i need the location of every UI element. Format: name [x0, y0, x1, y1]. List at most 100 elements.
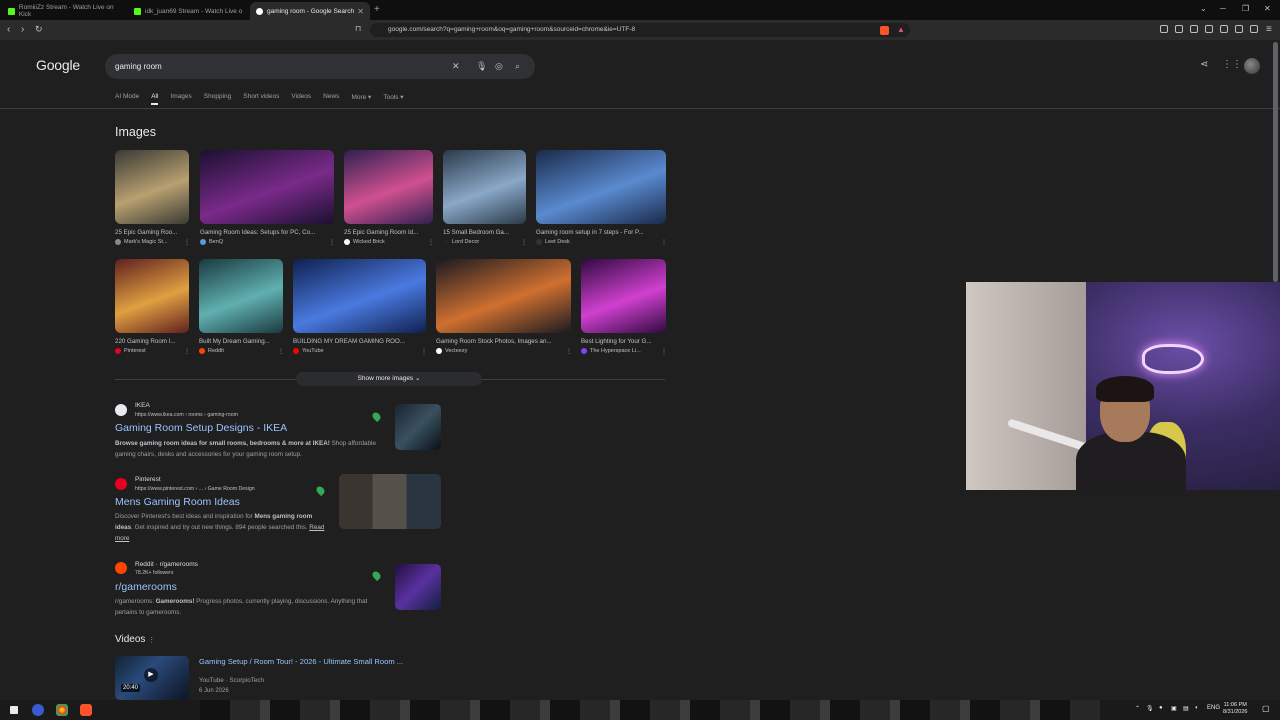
tab-more[interactable]: More ▾ [351, 93, 371, 105]
image-result-source[interactable]: Lord Decor [443, 239, 518, 245]
notification-icon[interactable]: ▢ [1262, 704, 1270, 713]
image-result-caption[interactable]: 220 Gaming Room I... [115, 338, 189, 345]
extensions-icon[interactable] [1160, 25, 1168, 33]
image-result-source[interactable]: Reddit [199, 348, 275, 354]
apps-grid-icon[interactable]: ⋮⋮ [1222, 59, 1242, 70]
image-result-thumbnail[interactable] [443, 150, 526, 224]
image-result-thumbnail[interactable] [200, 150, 334, 224]
tab-tools[interactable]: Tools ▾ [383, 93, 403, 105]
reload-icon[interactable]: ↻ [35, 24, 43, 35]
image-more-options-icon[interactable]: ⋮ [521, 239, 527, 246]
back-icon[interactable]: ‹ [7, 24, 10, 35]
download-icon[interactable] [1175, 25, 1183, 33]
image-result-thumbnail[interactable] [344, 150, 433, 224]
result-thumbnail[interactable] [395, 404, 441, 450]
image-result-caption[interactable]: Gaming Room Ideas: Setups for PC, Co... [200, 229, 334, 236]
image-result-source[interactable]: Pinterest [115, 348, 181, 354]
result-title-link[interactable]: Gaming Room Setup Designs - IKEA [115, 422, 287, 434]
search-input[interactable]: gaming room [115, 62, 162, 71]
image-result-source[interactable]: The Hyperspace Li... [581, 348, 658, 354]
image-result-caption[interactable]: 25 Epic Gaming Room Id... [344, 229, 433, 236]
brave-rewards-icon[interactable]: ▲ [897, 25, 905, 34]
menu-icon[interactable]: ≡ [1266, 24, 1272, 35]
brave-icon[interactable] [80, 704, 92, 716]
image-result-caption[interactable]: Gaming Room Stock Photos, Images an... [436, 338, 571, 345]
sidebar-icon[interactable] [1205, 25, 1213, 33]
image-more-options-icon[interactable]: ⋮ [278, 348, 284, 355]
image-more-options-icon[interactable]: ⋮ [661, 348, 667, 355]
tab-images[interactable]: Images [170, 93, 191, 105]
image-result-caption[interactable]: BUILDING MY DREAM GAMING ROO... [293, 338, 426, 345]
tray-app-icon[interactable]: ● [1159, 705, 1163, 711]
image-result-thumbnail[interactable] [115, 259, 189, 333]
vpn-icon[interactable] [1250, 25, 1258, 33]
taskbar-clock[interactable]: 11:06 PM 8/31/2026 [1223, 702, 1247, 716]
close-window-icon[interactable]: ✕ [1264, 4, 1271, 13]
tab-all[interactable]: All [151, 93, 159, 105]
search-app-icon[interactable] [32, 704, 44, 716]
tab-short-videos[interactable]: Short videos [243, 93, 279, 105]
result-url[interactable]: https://www.pinterest.com › ... › Game R… [135, 486, 255, 492]
bookmark-icon[interactable]: ⊓ [355, 24, 361, 33]
image-result-thumbnail[interactable] [199, 259, 283, 333]
image-more-options-icon[interactable]: ⋮ [329, 239, 335, 246]
chrome-icon[interactable] [56, 704, 68, 716]
address-bar[interactable]: google.com/search?q=gaming+room&oq=gamin… [370, 23, 910, 37]
tray-app-icon[interactable]: ▣ [1171, 705, 1177, 712]
kebab-icon[interactable]: ⋮ [148, 637, 155, 644]
image-result-thumbnail[interactable] [536, 150, 666, 224]
image-result-caption[interactable]: Best Lighting for Your G... [581, 338, 666, 345]
close-tab-icon[interactable]: ✕ [357, 7, 364, 16]
tab-google-search[interactable]: gaming room - Google Search ✕ [250, 2, 370, 20]
image-result-caption[interactable]: 15 Small Bedroom Ga... [443, 229, 526, 236]
result-url[interactable]: https://www.ikea.com › rooms › gaming-ro… [135, 412, 238, 418]
voice-search-icon[interactable]: 🎙 [476, 61, 487, 72]
minimize-icon[interactable]: ─ [1220, 4, 1226, 13]
google-logo[interactable]: Google [36, 57, 80, 73]
language-indicator[interactable]: ENG [1207, 705, 1220, 711]
image-result-source[interactable]: Leet Desk [536, 239, 658, 245]
wallet-icon[interactable] [1220, 25, 1228, 33]
image-more-options-icon[interactable]: ⋮ [421, 348, 427, 355]
brave-shield-icon[interactable] [880, 26, 889, 35]
page-scrollbar[interactable] [1273, 42, 1278, 282]
play-icon[interactable]: ▶ [144, 668, 158, 682]
tab-ai-mode[interactable]: AI Mode [115, 93, 139, 105]
image-result-thumbnail[interactable] [115, 150, 189, 224]
search-icon[interactable]: ⌕ [515, 61, 520, 72]
tab-videos[interactable]: Videos [291, 93, 311, 105]
tab-kick-idk-juan[interactable]: idk_juan69 Stream - Watch Live o [128, 2, 248, 20]
image-result-source[interactable]: Mark's Magic St... [115, 239, 181, 245]
tab-shopping[interactable]: Shopping [204, 93, 231, 105]
network-icon[interactable]: ▤ [1183, 705, 1189, 712]
restore-icon[interactable]: ❐ [1242, 4, 1249, 13]
result-title-link[interactable]: Mens Gaming Room Ideas [115, 496, 240, 508]
start-icon[interactable] [10, 706, 18, 714]
image-more-options-icon[interactable]: ⋮ [661, 239, 667, 246]
result-title-link[interactable]: r/gamerooms [115, 581, 177, 593]
tab-kick-romiiizz[interactable]: RomiiiZz Stream - Watch Live on Kick [2, 2, 126, 20]
image-more-options-icon[interactable]: ⋮ [184, 239, 190, 246]
share-icon[interactable]: ⋖ [1200, 59, 1208, 70]
account-avatar[interactable] [1244, 58, 1260, 74]
image-result-source[interactable]: BenQ [200, 239, 326, 245]
image-result-source[interactable]: YouTube [293, 348, 418, 354]
image-more-options-icon[interactable]: ⋮ [428, 239, 434, 246]
lens-search-icon[interactable]: ◎ [495, 61, 503, 72]
leo-icon[interactable] [1235, 25, 1243, 33]
tab-news[interactable]: News [323, 93, 339, 105]
mic-tray-icon[interactable]: 🎙 [1146, 705, 1154, 712]
clear-search-icon[interactable]: ✕ [452, 61, 460, 72]
image-result-thumbnail[interactable] [436, 259, 571, 333]
image-more-options-icon[interactable]: ⋮ [184, 348, 190, 355]
show-more-images-button[interactable]: Show more images ⌄ [296, 372, 482, 386]
volume-icon[interactable]: ◐ [1195, 705, 1199, 711]
tab-search-icon[interactable]: ⌄ [1200, 4, 1207, 13]
result-thumbnail[interactable] [395, 564, 441, 610]
image-result-source[interactable]: Wicked Brick [344, 239, 425, 245]
result-thumbnail[interactable] [339, 474, 441, 529]
media-icon[interactable] [1190, 25, 1198, 33]
tray-chevron-icon[interactable]: ⌃ [1135, 705, 1140, 712]
image-more-options-icon[interactable]: ⋮ [566, 348, 572, 355]
image-result-caption[interactable]: Gaming room setup in 7 steps - For P... [536, 229, 666, 236]
